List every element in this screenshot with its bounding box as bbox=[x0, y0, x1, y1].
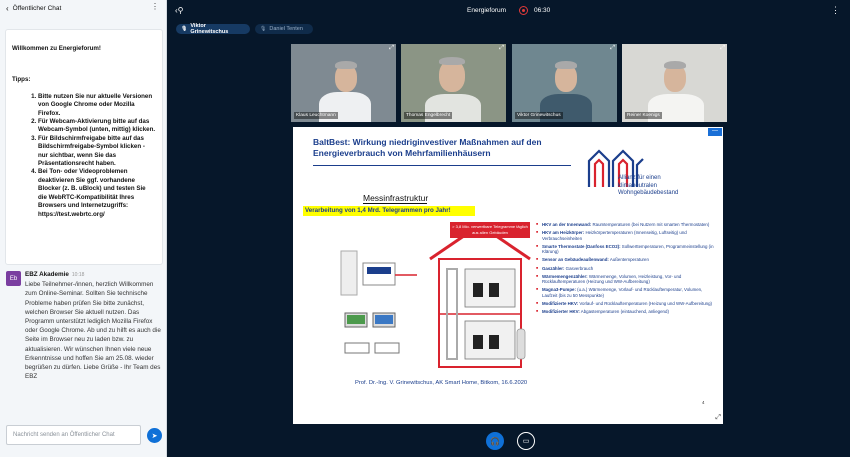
video-participant-name: Reiner Koenigs bbox=[625, 112, 662, 119]
measurement-item: Wärmemengenzähler: Wärmemenge, Volumen, … bbox=[536, 274, 716, 285]
users-icon[interactable]: ‹⚲ bbox=[175, 6, 184, 15]
more-vertical-icon[interactable]: ⋮ bbox=[151, 2, 159, 11]
chat-header[interactable]: ‹ Öffentlicher Chat ⋮ bbox=[0, 0, 167, 16]
microphone-icon: 🎙 bbox=[181, 26, 188, 32]
title-underline bbox=[313, 165, 571, 166]
send-icon: ➤ bbox=[151, 432, 158, 440]
recording-timer: 06:30 bbox=[534, 7, 551, 14]
video-tile[interactable]: ⤢ Thomas Engelbrecht bbox=[401, 44, 506, 122]
chevron-left-icon[interactable]: ‹ bbox=[6, 4, 9, 13]
measurement-item: Modifizierter HKV: Abgastemperaturen (ei… bbox=[536, 309, 716, 315]
welcome-greeting: Willkommen zu Energieforum! bbox=[12, 45, 101, 52]
item-label: Wärmemengenzähler: bbox=[542, 273, 588, 279]
screen-share-icon: ▭ bbox=[522, 438, 530, 445]
item-text: Abgastemperaturen (eintauchend, anliegen… bbox=[579, 309, 669, 315]
video-tile[interactable]: ⤢ Reiner Koenigs bbox=[622, 44, 727, 122]
measurement-item: HKV an der Innenwand: Raumtemperaturen (… bbox=[536, 222, 716, 228]
tip-item: Für Webcam-Aktivierung bitte auf das Web… bbox=[38, 118, 156, 135]
building-diagram bbox=[429, 223, 531, 368]
video-participant-name: Thomas Engelbrecht bbox=[404, 112, 453, 119]
measurement-item: Modifizierte HKV: Vorlauf- und Rücklauft… bbox=[536, 301, 716, 307]
leave-audio-button[interactable]: 🎧 bbox=[486, 432, 504, 450]
item-label: Sensor an Gebäudeaußenwand: bbox=[542, 257, 609, 263]
measurement-item: Smarte Thermostate (Danfoss ECO2): Sollw… bbox=[536, 244, 716, 255]
item-label: Smarte Thermostate (Danfoss ECO2): bbox=[542, 243, 621, 249]
item-label: Gaszähler: bbox=[542, 265, 565, 271]
fullscreen-icon[interactable]: ⤢ bbox=[610, 45, 615, 52]
telegram-count-box: > 3,8 Mio. verwertbare Telegramme täglic… bbox=[450, 222, 530, 238]
talking-indicator-presenter: 🎙 Daniel Tenten bbox=[255, 24, 313, 34]
item-text: Raumtemperaturen (bei Nutzern mit smarte… bbox=[591, 222, 710, 227]
item-label: HKV an der Innenwand: bbox=[542, 222, 592, 227]
measurement-item: Sensor an Gebäudeaußenwand: Außentempera… bbox=[536, 257, 716, 263]
presentation-slide: — BaltBest: Wirkung niedriginvestiver Ma… bbox=[293, 127, 723, 424]
video-participant-name: Viktor Grinewitschus bbox=[515, 112, 563, 119]
avatar: Eb bbox=[6, 271, 21, 286]
top-bar: ‹⚲ Energieforum 06:30 ⋮ bbox=[167, 0, 850, 22]
measurement-list: HKV an der Innenwand: Raumtemperaturen (… bbox=[536, 222, 716, 317]
highlight-text: Verarbeitung von 1,4 Mrd. Telegrammen pr… bbox=[303, 206, 475, 216]
send-button[interactable]: ➤ bbox=[147, 428, 162, 443]
item-label: Modifizierter HKV: bbox=[542, 309, 580, 315]
tip-item: Bitte nutzen Sie nur aktuelle Versionen … bbox=[38, 93, 156, 118]
item-text: Außentemperaturen bbox=[608, 257, 649, 263]
fullscreen-icon[interactable]: ⤢ bbox=[499, 45, 504, 52]
presenter-name: Daniel Tenten bbox=[269, 26, 303, 32]
more-vertical-icon[interactable]: ⋮ bbox=[831, 5, 840, 16]
measurement-item: Magna3-Pumpe: (u.a.) Wärmemenge, Vorlauf… bbox=[536, 287, 716, 298]
section-heading: Messinfrastruktur bbox=[363, 193, 429, 203]
video-person-hair bbox=[335, 61, 357, 69]
chat-title: Öffentlicher Chat bbox=[12, 4, 62, 12]
measurement-item: Gaszähler: Gasverbrauch bbox=[536, 266, 716, 272]
logo-line: klimaneutralen bbox=[618, 182, 658, 189]
tips-list: Bitte nutzen Sie nur aktuelle Versionen … bbox=[12, 93, 156, 219]
logo-line: Allianz für einen bbox=[618, 175, 661, 181]
item-label: Magna3-Pumpe: bbox=[542, 287, 576, 293]
tips-heading: Tipps: bbox=[12, 76, 31, 84]
screen-share-button[interactable]: ▭ bbox=[517, 432, 535, 450]
message-text: Liebe Teilnehmer-/innen, herzlich Willko… bbox=[25, 281, 161, 381]
talking-indicator-presenter: 🎙 Viktor Grinewitschus bbox=[176, 23, 250, 35]
fullscreen-icon[interactable]: ⤢ bbox=[720, 45, 725, 52]
slide-footer: Prof. Dr.-Ing. V. Grinewitschus, AK Smar… bbox=[355, 380, 528, 386]
video-person-hair bbox=[664, 61, 686, 69]
video-person-hair bbox=[555, 61, 577, 69]
tip-item: Bei Ton- oder Videoproblemen deaktiviere… bbox=[38, 168, 156, 218]
welcome-message: Willkommen zu Energieforum! Tipps: Bitte… bbox=[5, 29, 163, 265]
tip-item: Für Bildschirmfreigabe bitte auf das Bil… bbox=[38, 135, 156, 169]
microphone-icon: 🎙 bbox=[260, 26, 267, 32]
slide-page-number: 4 bbox=[702, 400, 705, 405]
headphones-icon: 🎧 bbox=[490, 436, 500, 446]
minimize-presentation-button[interactable]: — bbox=[708, 128, 722, 136]
logo-line: Wohngebäudebestand bbox=[618, 190, 679, 196]
measurement-item: HKV am Heizkörper: Heizkörpertemperature… bbox=[536, 230, 716, 241]
video-tile[interactable]: ⤢ Viktor Grinewitschus bbox=[512, 44, 617, 122]
video-person-hair bbox=[439, 57, 465, 65]
public-chat-panel: ‹ Öffentlicher Chat ⋮ Willkommen zu Ener… bbox=[0, 0, 167, 457]
message-author: EBZ Akademie bbox=[25, 271, 69, 278]
alliance-logo-text: Allianz für einen klimaneutralen Wohngeb… bbox=[618, 175, 678, 198]
gateway-devices-graphic bbox=[340, 250, 417, 354]
video-participant-name: Klaus Leuchtmann bbox=[294, 112, 338, 119]
item-text: Vorlauf- und Rücklauftemperaturen (Heizu… bbox=[578, 301, 713, 307]
section-underline bbox=[363, 203, 427, 204]
presenter-name: Viktor Grinewitschus bbox=[190, 23, 229, 35]
item-label: HKV am Heizkörper: bbox=[542, 230, 585, 236]
recording-icon[interactable] bbox=[519, 6, 528, 15]
fullscreen-icon[interactable]: ⤢ bbox=[715, 414, 721, 422]
meeting-title: Energieforum bbox=[467, 7, 507, 14]
chat-message-input[interactable]: Nachricht senden an Öffentlicher Chat bbox=[6, 425, 141, 445]
item-text: Gasverbrauch bbox=[564, 265, 594, 271]
video-tile[interactable]: ⤢ Klaus Leuchtmann bbox=[291, 44, 396, 122]
slide-title: BaltBest: Wirkung niedriginvestiver Maßn… bbox=[313, 137, 542, 158]
item-label: Modifizierte HKV: bbox=[542, 301, 579, 307]
message-time: 10:18 bbox=[71, 272, 85, 278]
fullscreen-icon[interactable]: ⤢ bbox=[389, 45, 394, 52]
